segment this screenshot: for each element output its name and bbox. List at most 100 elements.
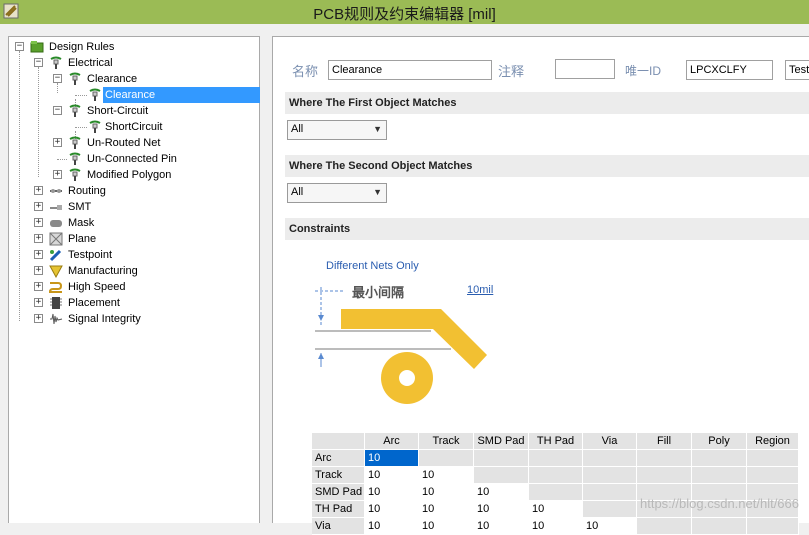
comment-field[interactable] — [555, 59, 615, 79]
tree-node-shortcircuit-rule[interactable]: ShortCircuit — [75, 119, 255, 135]
expand-icon[interactable]: + — [53, 138, 62, 147]
matrix-empty-cell — [747, 450, 799, 467]
matrix-cell[interactable]: 10 — [419, 467, 474, 484]
matrix-cell[interactable]: 10 — [419, 484, 474, 501]
matrix-empty-cell — [692, 467, 747, 484]
expand-icon[interactable]: + — [34, 218, 43, 227]
matrix-cell[interactable]: 10 — [419, 518, 474, 535]
window-title: PCB规则及约束编辑器 [mil] — [313, 6, 496, 23]
matrix-empty-cell — [529, 467, 583, 484]
tree-node-smt[interactable]: + SMT — [34, 199, 234, 215]
expand-icon[interactable]: + — [34, 250, 43, 259]
watermark: https://blog.csdn.net/hlt/666 — [640, 496, 799, 511]
matrix-cell[interactable]: 10 — [529, 518, 583, 535]
tree-node-design-rules[interactable]: − Design Rules — [15, 39, 215, 55]
tree-node-unconnected-pin[interactable]: Un-Connected Pin — [53, 151, 253, 167]
tree-label: Manufacturing — [68, 265, 138, 277]
matrix-empty-cell — [583, 501, 637, 518]
rule-icon — [89, 120, 101, 133]
testpoint-icon — [49, 249, 62, 262]
collapse-icon[interactable]: − — [53, 106, 62, 115]
matrix-column-header: SMD Pad — [474, 433, 529, 450]
matrix-cell[interactable]: 10 — [365, 501, 419, 518]
matrix-empty-cell — [583, 484, 637, 501]
tree-node-unrouted-net[interactable]: + Un-Routed Net — [53, 135, 253, 151]
tree-node-manufacturing[interactable]: + Manufacturing — [34, 263, 234, 279]
tree-node-clearance-rule[interactable]: Clearance — [75, 87, 261, 103]
tree-line — [38, 67, 39, 177]
matrix-cell[interactable]: 10 — [365, 450, 419, 467]
tree-label: High Speed — [68, 281, 126, 293]
plane-icon — [49, 232, 63, 246]
expand-icon[interactable]: + — [34, 202, 43, 211]
unique-id-field[interactable]: LPCXCLFY — [686, 60, 773, 80]
tree-node-electrical[interactable]: − Electrical — [34, 55, 234, 71]
matrix-empty-cell — [583, 467, 637, 484]
matrix-empty-cell — [419, 450, 474, 467]
first-object-select[interactable]: All ▼ — [287, 120, 387, 140]
matrix-row-header: SMD Pad — [312, 484, 365, 501]
collapse-icon[interactable]: − — [15, 42, 24, 51]
title-bar[interactable]: PCB规则及约束编辑器 [mil] — [0, 0, 809, 24]
rule-icon — [89, 88, 101, 101]
second-object-select[interactable]: All ▼ — [287, 183, 387, 203]
tree-node-modified-polygon[interactable]: + Modified Polygon — [53, 167, 253, 183]
expand-icon[interactable]: + — [34, 314, 43, 323]
tree-node-mask[interactable]: + Mask — [34, 215, 234, 231]
expand-icon[interactable]: + — [34, 234, 43, 243]
expand-icon[interactable]: + — [34, 266, 43, 275]
matrix-corner — [312, 433, 365, 450]
tree-label: Un-Connected Pin — [87, 153, 177, 165]
matrix-cell[interactable]: 10 — [474, 501, 529, 518]
tree-node-short-circuit[interactable]: − Short-Circuit — [53, 103, 253, 119]
tree-node-signal-integrity[interactable]: + Signal Integrity — [34, 311, 234, 327]
name-field[interactable]: Clearance — [328, 60, 492, 80]
test-button[interactable]: Test — [785, 60, 809, 80]
expand-icon[interactable]: + — [34, 282, 43, 291]
second-object-header: Where The Second Object Matches — [285, 155, 809, 177]
manufacturing-icon — [49, 265, 63, 278]
matrix-empty-cell — [637, 467, 692, 484]
matrix-column-header: Fill — [637, 433, 692, 450]
matrix-cell[interactable]: 10 — [474, 518, 529, 535]
tree-node-placement[interactable]: + Placement — [34, 295, 234, 311]
different-nets-label[interactable]: Different Nets Only — [326, 260, 419, 272]
matrix-cell[interactable]: 10 — [529, 501, 583, 518]
matrix-column-header: Arc — [365, 433, 419, 450]
min-clearance-value[interactable]: 10mil — [467, 284, 493, 296]
matrix-row-header: Via — [312, 518, 365, 535]
matrix-column-header: Region — [747, 433, 799, 450]
tree-label: Routing — [68, 185, 106, 197]
collapse-icon[interactable]: − — [53, 74, 62, 83]
matrix-cell[interactable]: 10 — [583, 518, 637, 535]
arrow-down-icon — [318, 315, 324, 321]
matrix-cell[interactable]: 10 — [365, 467, 419, 484]
tree-node-plane[interactable]: + Plane — [34, 231, 234, 247]
collapse-icon[interactable]: − — [34, 58, 43, 67]
short-circuit-icon — [69, 104, 81, 117]
matrix-cell[interactable]: 10 — [365, 484, 419, 501]
clearance-icon — [69, 72, 81, 85]
tree-label: Signal Integrity — [68, 313, 141, 325]
matrix-empty-cell — [747, 518, 799, 535]
tree-node-clearance[interactable]: − Clearance — [53, 71, 253, 87]
tree-label: Mask — [68, 217, 95, 229]
modified-polygon-icon — [69, 168, 81, 181]
expand-icon[interactable]: + — [34, 298, 43, 307]
tree-node-testpoint[interactable]: + Testpoint — [34, 247, 234, 263]
tree-line — [75, 127, 87, 128]
matrix-cell[interactable]: 10 — [474, 484, 529, 501]
matrix-cell[interactable]: 10 — [365, 518, 419, 535]
rules-tree[interactable]: − Design Rules − Electrical − Clearance … — [8, 36, 260, 523]
tree-node-routing[interactable]: + Routing — [34, 183, 234, 199]
expand-icon[interactable]: + — [34, 186, 43, 195]
matrix-empty-cell — [474, 450, 529, 467]
expand-icon[interactable]: + — [53, 170, 62, 179]
matrix-column-header: Track — [419, 433, 474, 450]
matrix-empty-cell — [474, 467, 529, 484]
matrix-empty-cell — [747, 467, 799, 484]
tree-node-high-speed[interactable]: + High Speed — [34, 279, 234, 295]
tree-label: SMT — [68, 201, 92, 213]
matrix-cell[interactable]: 10 — [419, 501, 474, 518]
tree-label: Design Rules — [49, 41, 115, 53]
